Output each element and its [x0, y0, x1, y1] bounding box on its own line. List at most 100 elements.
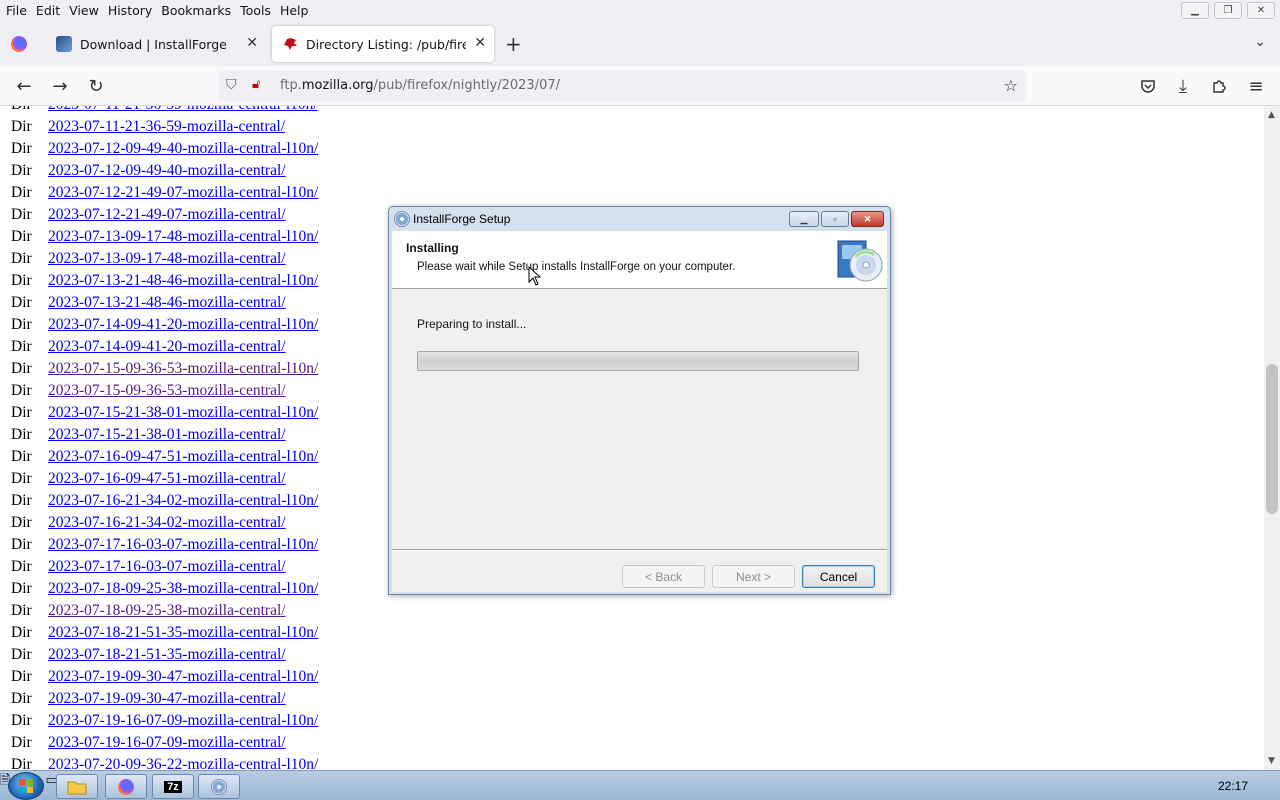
directory-link[interactable]: 2023-07-20-09-36-22-mozilla-central-l10n…: [48, 756, 318, 770]
minimize-window-button[interactable]: ▁: [1181, 2, 1209, 19]
directory-link[interactable]: 2023-07-17-16-03-07-mozilla-central-l10n…: [48, 536, 318, 554]
reload-icon[interactable]: ↻: [84, 74, 108, 98]
directory-link[interactable]: 2023-07-13-21-48-46-mozilla-central/: [48, 294, 286, 312]
scrollbar-thumb[interactable]: [1266, 364, 1278, 514]
dialog-maximize-button[interactable]: ▫: [821, 211, 849, 227]
menu-edit[interactable]: Edit: [36, 3, 60, 18]
list-item: Dir 2023-07-19-09-30-47-mozilla-central/: [0, 688, 400, 710]
menu-help[interactable]: Help: [280, 3, 309, 18]
directory-link[interactable]: 2023-07-17-16-03-07-mozilla-central/: [48, 558, 286, 576]
app-menu-hamburger-icon[interactable]: ≡: [1244, 74, 1268, 98]
menu-bookmarks[interactable]: Bookmarks: [161, 3, 231, 18]
list-item: Dir 2023-07-13-09-17-48-mozilla-central/: [0, 248, 400, 270]
directory-link[interactable]: 2023-07-13-21-48-46-mozilla-central-l10n…: [48, 272, 318, 290]
list-item: Dir 2023-07-11-21-36-59-mozilla-central-…: [0, 106, 400, 116]
dialog-heading: Installing: [406, 241, 459, 255]
page-scrollbar[interactable]: ▲ ▼: [1264, 106, 1280, 770]
directory-link[interactable]: 2023-07-18-09-25-38-mozilla-central/: [48, 602, 286, 620]
entry-type: Dir: [11, 250, 32, 267]
taskbar-installer-icon[interactable]: [198, 774, 240, 799]
close-tab-icon[interactable]: ✕: [474, 35, 486, 51]
list-item: Dir 2023-07-12-21-49-07-mozilla-central/: [0, 204, 400, 226]
list-item: Dir 2023-07-18-21-51-35-mozilla-central/: [0, 644, 400, 666]
firefox-view-icon[interactable]: [11, 36, 27, 52]
start-button-windows-logo-icon[interactable]: [8, 772, 44, 800]
taskbar-7zip-icon[interactable]: 7z: [152, 774, 194, 799]
directory-link[interactable]: 2023-07-16-09-47-51-mozilla-central/: [48, 470, 286, 488]
url-text[interactable]: ftp.mozilla.org/pub/firefox/nightly/2023…: [280, 78, 560, 93]
list-item: Dir 2023-07-13-21-48-46-mozilla-central-l…: [0, 270, 400, 292]
directory-link[interactable]: 2023-07-16-21-34-02-mozilla-central/: [48, 514, 286, 532]
list-item: Dir 2023-07-12-09-49-40-mozilla-central-l…: [0, 138, 400, 160]
directory-link[interactable]: 2023-07-16-21-34-02-mozilla-central-l10n…: [48, 492, 318, 510]
tab-installforge[interactable]: Download | InstallForge ✕: [46, 26, 266, 62]
directory-link[interactable]: 2023-07-18-21-51-35-mozilla-central/: [48, 646, 286, 664]
directory-link[interactable]: 2023-07-12-09-49-40-mozilla-central/: [48, 162, 286, 180]
directory-link[interactable]: 2023-07-16-09-47-51-mozilla-central-l10n…: [48, 448, 318, 466]
entry-type: Dir: [11, 404, 32, 421]
directory-link[interactable]: 2023-07-12-21-49-07-mozilla-central-l10n…: [48, 184, 318, 202]
entry-type: Dir: [11, 338, 32, 355]
close-window-button[interactable]: ✕: [1247, 2, 1275, 19]
directory-link[interactable]: 2023-07-13-09-17-48-mozilla-central/: [48, 250, 286, 268]
directory-link[interactable]: 2023-07-14-09-41-20-mozilla-central-l10n…: [48, 316, 318, 334]
dialog-close-button[interactable]: ✕: [851, 211, 884, 227]
tracking-shield-icon[interactable]: ⛉: [226, 77, 237, 93]
scroll-up-arrow-icon[interactable]: ▲: [1268, 110, 1275, 120]
close-tab-icon[interactable]: ✕: [246, 35, 258, 51]
list-item: Dir 2023-07-16-21-34-02-mozilla-central-l…: [0, 490, 400, 512]
dialog-body: Installing Please wait while Setup insta…: [392, 231, 887, 592]
directory-link[interactable]: 2023-07-15-09-36-53-mozilla-central-l10n…: [48, 360, 318, 378]
tab-directory-listing[interactable]: Directory Listing: /pub/firefox/nightly/…: [272, 26, 494, 62]
directory-link[interactable]: 2023-07-15-21-38-01-mozilla-central/: [48, 426, 286, 444]
directory-link[interactable]: 2023-07-11-21-36-59-mozilla-central/: [48, 118, 285, 136]
directory-link[interactable]: 2023-07-15-09-36-53-mozilla-central/: [48, 382, 286, 400]
back-button[interactable]: < Back: [622, 565, 705, 588]
directory-link[interactable]: 2023-07-19-09-30-47-mozilla-central/: [48, 690, 286, 708]
directory-link[interactable]: 2023-07-19-16-07-09-mozilla-central/: [48, 734, 286, 752]
entry-type: Dir: [11, 690, 32, 707]
entry-type: Dir: [11, 712, 32, 729]
menu-view[interactable]: View: [69, 3, 99, 18]
directory-link[interactable]: 2023-07-12-21-49-07-mozilla-central/: [48, 206, 286, 224]
taskbar-file-explorer-icon[interactable]: [56, 774, 98, 799]
entry-type: Dir: [11, 272, 32, 289]
directory-link[interactable]: 2023-07-19-16-07-09-mozilla-central-l10n…: [48, 712, 318, 730]
list-item: Dir 2023-07-15-21-38-01-mozilla-central-l…: [0, 402, 400, 424]
restore-window-button[interactable]: ❐: [1214, 2, 1242, 19]
menu-history[interactable]: History: [108, 3, 152, 18]
back-arrow-icon[interactable]: ←: [12, 74, 36, 98]
entry-type: Dir: [11, 106, 32, 114]
dialog-title-bar[interactable]: InstallForge Setup ▁ ▫ ✕: [389, 207, 890, 231]
list-item: Dir 2023-07-18-09-25-38-mozilla-central/: [0, 600, 400, 622]
directory-link[interactable]: 2023-07-15-21-38-01-mozilla-central-l10n…: [48, 404, 318, 422]
directory-link[interactable]: 2023-07-19-09-30-47-mozilla-central-l10n…: [48, 668, 318, 686]
pocket-icon[interactable]: [1136, 74, 1160, 98]
extensions-icon[interactable]: [1207, 74, 1231, 98]
dialog-minimize-button[interactable]: ▁: [789, 211, 819, 227]
bookmark-star-icon[interactable]: ☆: [1004, 76, 1018, 95]
taskbar-clock[interactable]: 22:17: [1218, 779, 1248, 793]
directory-link[interactable]: 2023-07-12-09-49-40-mozilla-central-l10n…: [48, 140, 318, 158]
cancel-button[interactable]: Cancel: [802, 565, 875, 588]
forward-arrow-icon[interactable]: →: [48, 74, 72, 98]
scroll-down-arrow-icon[interactable]: ▼: [1268, 756, 1275, 766]
navigation-toolbar: ← → ↻ ⛉ 🔓︎ ftp.mozilla.org/pub/firefox/n…: [0, 66, 1280, 106]
entry-type: Dir: [11, 646, 32, 663]
list-item: Dir 2023-07-17-16-03-07-mozilla-central/: [0, 556, 400, 578]
next-button[interactable]: Next >: [712, 565, 795, 588]
address-bar[interactable]: ⛉ 🔓︎ ftp.mozilla.org/pub/firefox/nightly…: [218, 71, 1026, 101]
downloads-icon[interactable]: ⤓: [1171, 74, 1195, 98]
menu-tools[interactable]: Tools: [240, 3, 271, 18]
7zip-label: 7z: [164, 780, 182, 793]
directory-link[interactable]: 2023-07-18-09-25-38-mozilla-central-l10n…: [48, 580, 318, 598]
taskbar-firefox-icon[interactable]: [105, 774, 147, 799]
new-tab-plus-icon[interactable]: +: [505, 32, 522, 56]
menu-file[interactable]: File: [6, 3, 27, 18]
list-all-tabs-chevron-icon[interactable]: ⌄: [1254, 34, 1266, 50]
directory-link[interactable]: 2023-07-13-09-17-48-mozilla-central-l10n…: [48, 228, 318, 246]
directory-link[interactable]: 2023-07-14-09-41-20-mozilla-central/: [48, 338, 286, 356]
directory-link[interactable]: 2023-07-18-21-51-35-mozilla-central-l10n…: [48, 624, 318, 642]
insecure-lock-icon[interactable]: 🔓︎: [252, 77, 260, 92]
directory-link[interactable]: 2023-07-11-21-36-59-mozilla-central-l10n…: [48, 106, 318, 114]
